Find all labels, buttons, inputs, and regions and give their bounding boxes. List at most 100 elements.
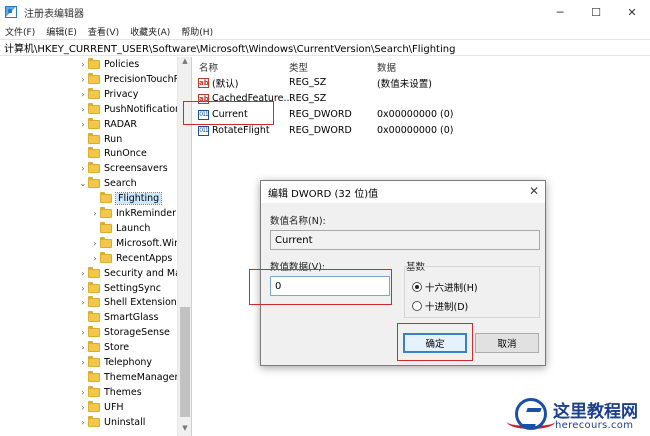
address-bar[interactable]: 计算机\HKEY_CURRENT_USER\Software\Microsoft… — [0, 39, 650, 56]
value-name: (默认) — [212, 78, 239, 90]
key-tree-pane[interactable]: › Policies › PrecisionTouchPa › Privacy › PushN… — [0, 57, 192, 436]
menu-favorites[interactable]: 收藏夹(A) — [125, 25, 176, 38]
tree-item-thememanager[interactable]: ThemeManager — [78, 370, 178, 385]
tree-item-flighting[interactable]: Flighting — [90, 191, 163, 206]
tree-item-shell-extensions[interactable]: › Shell Extensions — [78, 295, 182, 310]
tree-item-label: SmartGlass — [104, 312, 159, 324]
tree-item-run[interactable]: Run — [78, 132, 122, 147]
tree-item-telephony[interactable]: › Telephony — [78, 355, 152, 370]
value-row[interactable]: ab (默认) — [198, 75, 238, 90]
tree-item-label: InkReminder — [116, 208, 177, 219]
value-type: REG_DWORD — [289, 125, 352, 136]
tree-item-runonce[interactable]: RunOnce — [78, 146, 147, 161]
dialog-title: 编辑 DWORD (32 位)值 — [268, 188, 379, 200]
dialog-close-icon[interactable]: ✕ — [529, 184, 539, 198]
folder-icon — [100, 192, 112, 204]
tree-item-label: Shell Extensions — [104, 297, 182, 309]
expand-chevron-icon[interactable]: › — [78, 358, 88, 367]
expand-chevron-icon[interactable]: › — [78, 269, 88, 278]
tree-item-recentapps[interactable]: › RecentApps — [90, 251, 172, 266]
column-header-type[interactable]: 类型 — [289, 60, 308, 74]
expand-chevron-icon[interactable]: › — [78, 298, 88, 307]
menu-help[interactable]: 帮助(H) — [176, 25, 219, 38]
scrollbar-thumb[interactable] — [180, 307, 190, 417]
folder-icon — [88, 296, 100, 308]
menu-edit[interactable]: 编辑(E) — [41, 25, 83, 38]
expand-chevron-icon[interactable]: › — [78, 403, 88, 412]
expand-chevron-icon[interactable]: › — [78, 388, 88, 397]
tree-item-search[interactable]: ⌄ Search — [78, 176, 137, 191]
tree-item-label: Search — [104, 178, 137, 190]
folder-icon — [88, 72, 100, 84]
tree-item-radar[interactable]: › RADAR — [78, 117, 137, 132]
expand-chevron-icon[interactable]: › — [78, 105, 88, 114]
folder-icon — [88, 58, 100, 69]
value-data: 0x00000000 (0) — [377, 109, 454, 120]
expand-chevron-icon[interactable]: › — [78, 90, 88, 99]
expand-chevron-icon[interactable]: › — [90, 254, 100, 263]
expand-chevron-icon[interactable]: › — [78, 418, 88, 427]
tree-item-pushnotifications[interactable]: › PushNotifications — [78, 102, 186, 117]
close-button[interactable]: ✕ — [614, 0, 650, 24]
tree-item-settingsync[interactable]: › SettingSync — [78, 281, 161, 296]
folder-icon — [88, 162, 100, 174]
tree-item-storagesense[interactable]: › StorageSense — [78, 325, 170, 340]
tree-item-privacy[interactable]: › Privacy — [78, 87, 138, 102]
minimize-button[interactable]: ─ — [542, 0, 578, 24]
expand-chevron-icon[interactable]: › — [78, 164, 88, 173]
tree-item-store[interactable]: › Store — [78, 340, 129, 355]
title-bar: 注册表编辑器 ─ ☐ ✕ — [0, 0, 650, 24]
tree-item-policies[interactable]: › Policies — [78, 57, 139, 72]
radio-decimal-dot[interactable] — [412, 301, 422, 311]
expand-chevron-icon[interactable]: › — [78, 284, 88, 293]
radio-hex[interactable]: 十六进制(H) — [412, 280, 478, 294]
folder-icon — [88, 266, 100, 278]
expand-chevron-icon[interactable]: › — [78, 328, 88, 337]
expand-chevron-icon[interactable]: › — [90, 209, 100, 218]
value-name-field: Current — [270, 230, 540, 250]
maximize-button[interactable]: ☐ — [578, 0, 614, 24]
cancel-button[interactable]: 取消 — [475, 333, 539, 353]
folder-icon — [88, 356, 100, 367]
tree-item-screensavers[interactable]: › Screensavers — [78, 161, 168, 176]
folder-icon — [88, 326, 100, 338]
expand-chevron-icon[interactable]: › — [90, 239, 100, 248]
column-header-data[interactable]: 数据 — [377, 60, 396, 74]
window-controls: ─ ☐ ✕ — [542, 0, 650, 24]
expand-chevron-icon[interactable]: › — [78, 120, 88, 129]
column-header-name[interactable]: 名称 — [199, 60, 218, 74]
tree-item-precisiontouchpa[interactable]: › PrecisionTouchPa — [78, 72, 185, 87]
string-value-icon: ab — [198, 77, 209, 88]
highlight-box-current — [183, 101, 274, 125]
folder-icon — [88, 102, 100, 114]
scroll-up-icon[interactable]: ▲ — [178, 57, 191, 69]
value-name: RotateFlight — [212, 125, 270, 136]
expand-chevron-icon[interactable]: › — [78, 60, 88, 69]
tree-item-uninstall[interactable]: › Uninstall — [78, 415, 145, 430]
tree-item-security-and-main[interactable]: › Security and Main — [78, 266, 190, 281]
value-data: 0x00000000 (0) — [377, 125, 454, 136]
tree-item-label: RADAR — [104, 118, 137, 130]
scroll-down-icon[interactable]: ▼ — [178, 424, 191, 436]
radio-hex-label: 十六进制(H) — [425, 283, 478, 294]
value-row[interactable]: 011 RotateFlight — [198, 123, 270, 138]
expand-chevron-icon[interactable]: › — [78, 75, 88, 84]
tree-item-label: RecentApps — [116, 252, 173, 264]
menu-file[interactable]: 文件(F) — [0, 25, 41, 38]
tree-item-smartglass[interactable]: SmartGlass — [78, 310, 158, 325]
expand-chevron-icon[interactable]: › — [78, 343, 88, 352]
tree-item-microsoft-wind[interactable]: › Microsoft.Wind — [90, 236, 186, 251]
tree-item-themes[interactable]: › Themes — [78, 385, 142, 400]
tree-item-label: Store — [104, 342, 130, 354]
radio-decimal-label: 十进制(D) — [425, 302, 469, 313]
tree-item-label: SettingSync — [104, 282, 161, 294]
tree-item-label: Privacy — [104, 88, 139, 100]
menu-view[interactable]: 查看(V) — [83, 25, 125, 38]
tree-item-inkreminder[interactable]: › InkReminder — [90, 206, 176, 221]
tree-item-ufh[interactable]: › UFH — [78, 400, 124, 415]
radio-hex-dot[interactable] — [412, 282, 422, 292]
radio-decimal[interactable]: 十进制(D) — [412, 299, 468, 313]
collapse-chevron-icon[interactable]: ⌄ — [78, 179, 88, 188]
tree-item-label: Telephony — [104, 357, 153, 368]
tree-item-launch[interactable]: Launch — [90, 221, 150, 236]
